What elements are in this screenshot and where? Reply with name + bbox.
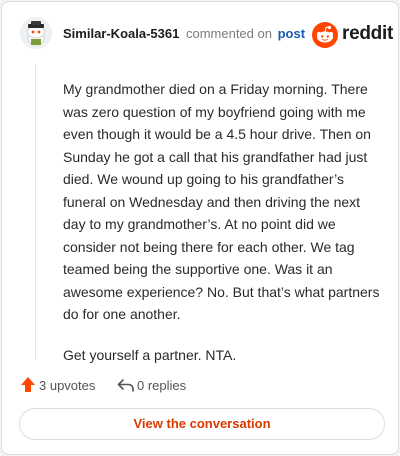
comment-actions: 3 upvotes 0 replies <box>20 375 380 395</box>
comment-meta: Similar-Koala-5361 commented on post <box>63 26 305 41</box>
username-link[interactable]: Similar-Koala-5361 <box>63 26 179 41</box>
replies-count: 0 replies <box>137 378 187 393</box>
comment-paragraph: My grandmother died on a Friday morning.… <box>63 81 380 322</box>
reply-arrow-icon[interactable] <box>117 377 135 393</box>
comment-header: Similar-Koala-5361 commented on post red… <box>2 2 398 64</box>
logo-wordmark: reddit <box>342 23 393 44</box>
avatar-snoo-icon <box>20 17 52 49</box>
upvotes-count: 3 upvotes <box>39 378 96 393</box>
upvote-arrow-icon[interactable] <box>20 376 36 393</box>
view-conversation-button[interactable]: View the conversation <box>19 408 385 440</box>
avatar[interactable] <box>20 17 52 49</box>
post-link[interactable]: post <box>278 26 305 41</box>
reddit-logo-icon <box>312 22 338 48</box>
comment-card: Similar-Koala-5361 commented on post red… <box>1 1 399 455</box>
comment-body: My grandmother died on a Friday morning.… <box>63 78 383 366</box>
action-text: commented on <box>185 26 272 41</box>
thread-line[interactable] <box>35 64 36 360</box>
comment-paragraph: Get yourself a partner. NTA. <box>63 346 237 363</box>
